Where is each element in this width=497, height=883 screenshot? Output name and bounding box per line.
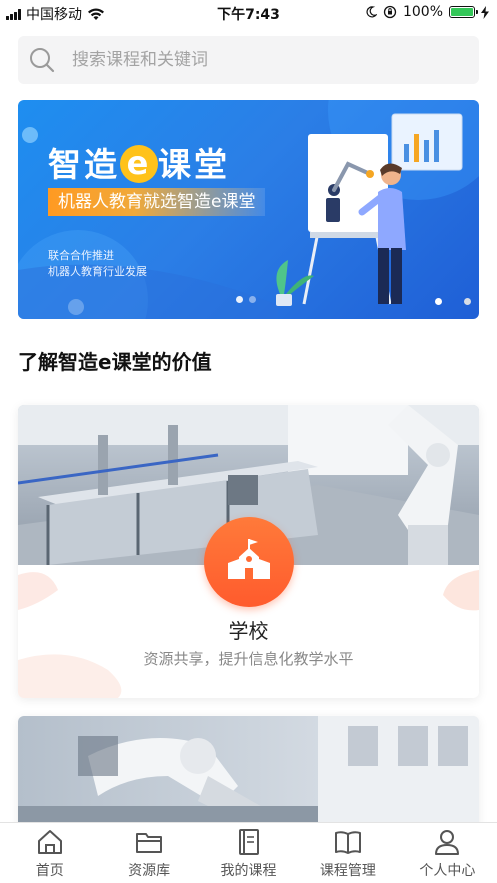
tab-profile[interactable]: 个人中心 (398, 823, 497, 883)
section-title: 了解智造e课堂的价值 (18, 350, 212, 374)
battery-percent: 100% (402, 4, 443, 20)
banner-pagination[interactable] (435, 298, 471, 305)
card-description: 资源共享，提升信息化教学水平 (143, 650, 354, 668)
banner-note-line2: 机器人教育行业发展 (48, 265, 147, 278)
school-icon (204, 517, 294, 607)
pagination-dot-active[interactable] (435, 298, 442, 305)
search-icon[interactable] (18, 36, 62, 84)
status-right: 100% (365, 4, 489, 20)
tab-resources[interactable]: 资源库 (99, 823, 198, 883)
tab-home-label: 首页 (35, 863, 64, 879)
orientation-lock-icon (383, 5, 397, 19)
banner-title-suffix: 课堂 (158, 145, 230, 184)
tab-course-management[interactable]: 课程管理 (298, 823, 397, 883)
banner-title-e: e (120, 145, 158, 183)
folder-icon (136, 833, 163, 853)
banner-title: 智造 e 课堂 (48, 138, 230, 186)
banner-title-prefix: 智造 (48, 145, 120, 184)
tab-resources-label: 资源库 (128, 863, 171, 879)
banner-note: 联合合作推进 机器人教育行业发展 (48, 248, 147, 280)
tab-my-courses[interactable]: 我的课程 (199, 823, 298, 883)
user-icon (435, 830, 460, 855)
promo-banner[interactable]: 智造 e 课堂 机器人教育就选智造e课堂 联合合作推进 机器人教育行业发展 (18, 100, 479, 319)
tab-home[interactable]: 首页 (0, 823, 99, 883)
status-bar: 中国移动 下午7:43 100% (0, 0, 497, 26)
open-book-icon (334, 831, 361, 854)
tab-my-courses-label: 我的课程 (220, 863, 277, 879)
book-icon (238, 829, 259, 855)
moon-icon (366, 6, 377, 18)
search-bar[interactable] (18, 36, 479, 84)
charging-icon (481, 5, 489, 19)
banner-subtitle: 机器人教育就选智造e课堂 (48, 188, 266, 216)
home-icon (37, 830, 62, 854)
banner-decor-dots (236, 296, 256, 303)
search-input[interactable] (72, 50, 452, 70)
bottom-tab-bar: 首页 资源库 我的课程 课程管理 个人中心 (0, 822, 497, 883)
value-card-school[interactable]: 学校 资源共享，提升信息化教学水平 (18, 405, 479, 698)
card-name: 学校 (228, 619, 269, 643)
battery-icon (449, 6, 478, 18)
banner-note-line1: 联合合作推进 (48, 249, 114, 262)
tab-course-management-label: 课程管理 (319, 863, 376, 879)
pagination-dot[interactable] (464, 298, 471, 305)
tab-profile-label: 个人中心 (419, 863, 476, 879)
